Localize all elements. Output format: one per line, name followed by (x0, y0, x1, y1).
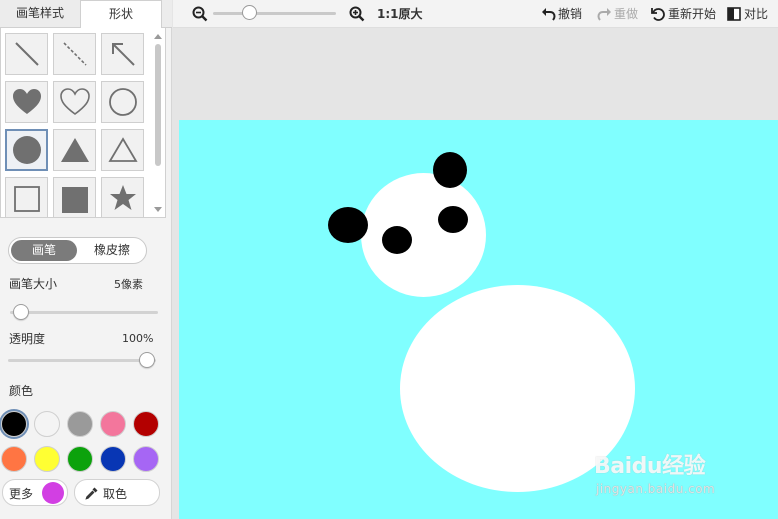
line-shape-button[interactable] (5, 33, 48, 75)
color-picker-button[interactable]: 取色 (74, 479, 160, 506)
dashed-line-shape-button[interactable] (53, 33, 96, 75)
redo-button[interactable]: 重做 (597, 5, 643, 23)
circle-outline-shape-button[interactable] (101, 81, 144, 123)
star-icon (109, 185, 136, 210)
canvas-area (173, 29, 778, 519)
scrollbar-thumb[interactable] (155, 44, 161, 166)
color-swatch-blue[interactable] (100, 446, 126, 472)
zoom-slider-knob[interactable] (242, 5, 257, 20)
restart-icon (651, 8, 665, 21)
triangle-outline-shape-button[interactable] (101, 129, 144, 171)
brush-size-value: 5像素 (114, 278, 143, 291)
top-toolbar: 1:1原大 撤销 重做 重新开始 对比 (173, 0, 778, 28)
brush-size-slider-knob[interactable] (13, 304, 29, 320)
zoom-in-icon[interactable] (349, 6, 365, 22)
opacity-label: 透明度 (9, 332, 46, 346)
brush-eraser-toggle: 画笔 橡皮擦 (8, 237, 147, 264)
panel-tabs: 画笔样式 形状 (0, 0, 172, 28)
square-filled-icon (61, 187, 88, 213)
left-panel: 画笔样式 形状 画笔 橡皮擦 画笔大小 5像素 透明度 100% 颜色 更多 取… (0, 0, 172, 519)
arrow-icon (111, 43, 135, 66)
circle-outline-icon (108, 88, 137, 116)
scroll-up-arrow-icon[interactable] (154, 34, 162, 39)
redo-label: 重做 (614, 7, 639, 21)
color-swatch-purple[interactable] (133, 446, 159, 472)
undo-icon (542, 8, 556, 21)
canvas-shape-ear-top (433, 152, 467, 188)
more-colors-button[interactable]: 更多 (2, 479, 68, 506)
canvas-shape-eye-left (382, 226, 412, 254)
line-icon (14, 42, 39, 66)
compare-icon (727, 7, 741, 21)
tab-filler (162, 0, 172, 28)
eraser-mode-button[interactable]: 橡皮擦 (79, 240, 145, 261)
square-filled-shape-button[interactable] (53, 177, 96, 217)
compare-button[interactable]: 对比 (727, 5, 773, 23)
heart-outline-shape-button[interactable] (53, 81, 96, 123)
eyedropper-icon (85, 487, 98, 500)
heart-filled-icon (12, 89, 41, 114)
square-outline-shape-button[interactable] (5, 177, 48, 217)
heart-outline-icon (59, 88, 90, 115)
tab-shape[interactable]: 形状 (80, 0, 162, 28)
undo-label: 撤销 (558, 7, 583, 21)
restart-label: 重新开始 (668, 7, 717, 21)
color-swatch-yellow[interactable] (34, 446, 60, 472)
color-swatch-orange[interactable] (1, 446, 27, 472)
opacity-slider-knob[interactable] (139, 352, 155, 368)
arrow-shape-button[interactable] (101, 33, 144, 75)
color-swatch-dark-red[interactable] (133, 411, 159, 437)
tab-brush-style[interactable]: 画笔样式 (0, 0, 80, 28)
shape-grid (0, 28, 166, 218)
triangle-filled-shape-button[interactable] (53, 129, 96, 171)
color-picker-label: 取色 (103, 487, 128, 501)
more-colors-label: 更多 (9, 487, 34, 501)
canvas-shape-head (361, 173, 486, 297)
canvas-shape-eye-right (438, 206, 468, 233)
zoom-slider-track[interactable] (213, 12, 336, 15)
triangle-outline-icon (107, 137, 138, 162)
dashed-line-icon (62, 42, 87, 66)
canvas-shape-ear-left (328, 207, 368, 243)
shape-grid-scrollbar[interactable] (153, 32, 163, 212)
brush-size-track[interactable] (10, 311, 158, 314)
color-swatch-green[interactable] (67, 446, 93, 472)
heart-filled-shape-button[interactable] (5, 81, 48, 123)
color-swatch-black[interactable] (1, 411, 27, 437)
canvas-shape-body (400, 285, 635, 492)
color-swatch-white[interactable] (34, 411, 60, 437)
color-label: 颜色 (9, 384, 34, 398)
redo-icon (597, 8, 611, 21)
zoom-level-label[interactable]: 1:1原大 (377, 5, 423, 23)
undo-button[interactable]: 撤销 (541, 5, 587, 23)
brush-size-label: 画笔大小 (9, 277, 58, 291)
circle-filled-shape-button[interactable] (5, 129, 48, 171)
drawing-canvas[interactable] (179, 120, 778, 519)
scroll-down-arrow-icon[interactable] (154, 207, 162, 212)
triangle-filled-icon (60, 138, 89, 162)
circle-filled-icon (12, 136, 41, 164)
opacity-value: 100% (122, 332, 154, 345)
star-filled-shape-button[interactable] (101, 177, 144, 217)
restart-button[interactable]: 重新开始 (651, 5, 721, 23)
zoom-out-icon[interactable] (192, 6, 208, 22)
brush-mode-button[interactable]: 画笔 (11, 240, 77, 261)
more-color-swatch[interactable] (42, 482, 64, 504)
color-swatch-pink[interactable] (100, 411, 126, 437)
compare-label: 对比 (744, 7, 769, 21)
color-swatch-gray[interactable] (67, 411, 93, 437)
square-outline-icon (13, 186, 40, 212)
opacity-track[interactable] (8, 359, 156, 362)
